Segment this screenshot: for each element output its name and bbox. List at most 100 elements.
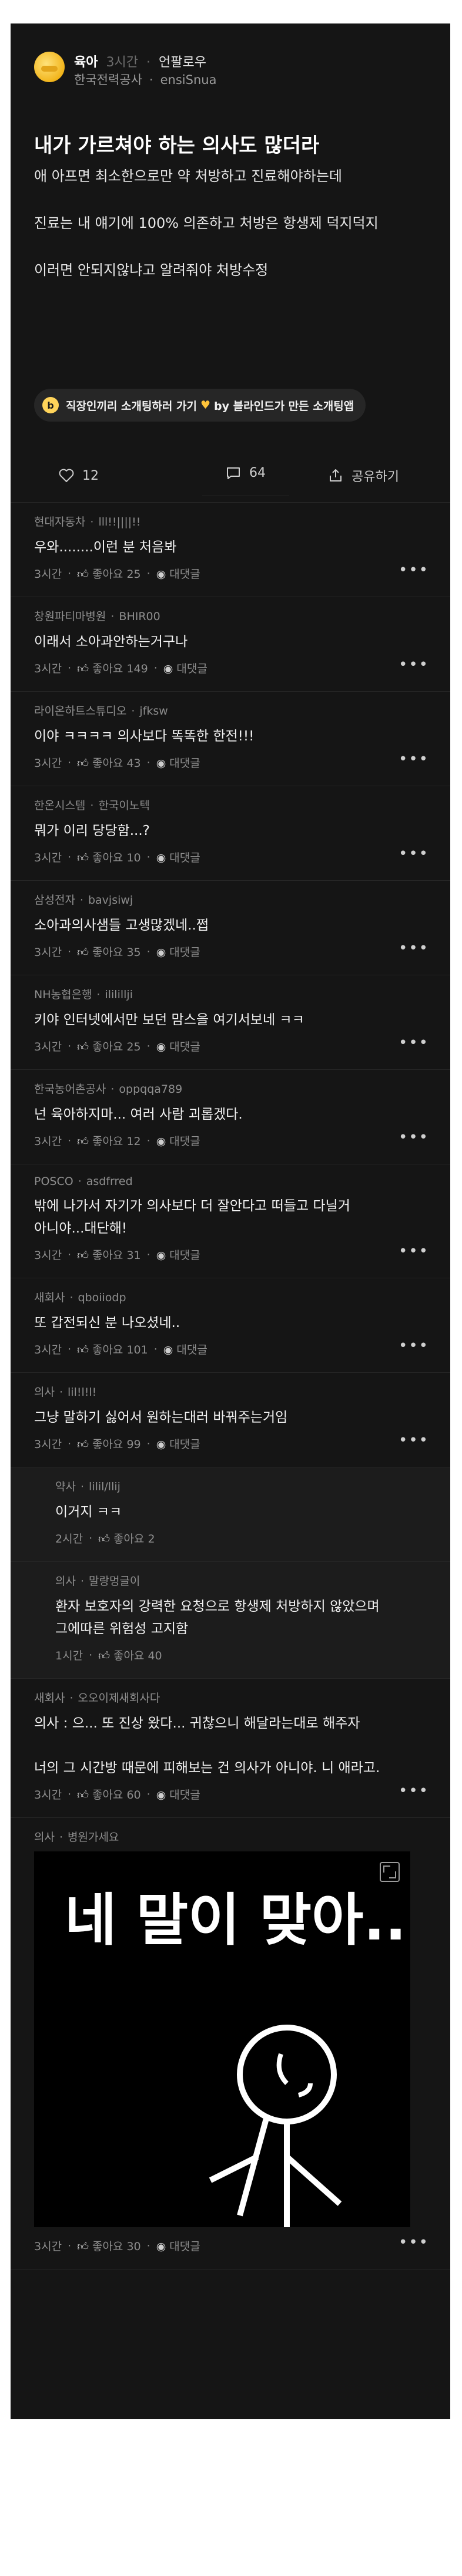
dating-ad-banner[interactable]: b 직장인끼리 소개팅하러 가기 ♥ by 블라인드가 만든 소개팅앱 [34,389,366,422]
comment-item: POSCO · asdfrred 밖에 나가서 자기가 의사보다 더 잘안다고 떠들고… [11,1164,450,1278]
author-nickname: ensiSnua [160,73,217,87]
reply-button[interactable]: ◉ 대댓글 [156,1786,200,1802]
comment-like-button[interactable]: 👍︎ 좋아요 43 [77,755,141,770]
comment-footer: 3시간 · 👍︎ 좋아요 25 · ◉ 대댓글 [34,565,427,581]
comment-like-label: 좋아요 [92,851,123,864]
comment-author[interactable]: 의사 · 말랑멍글이 [55,1572,427,1588]
author-company[interactable]: 한국전력공사 [74,73,142,87]
reply-button[interactable]: ◉ 대댓글 [156,1038,200,1054]
comment-like-button[interactable]: 👍︎ 좋아요 101 [77,1341,148,1357]
comment-like-button[interactable]: 👍︎ 좋아요 60 [77,1786,141,1802]
post-screen: 육아 3시간 · 언팔로우 한국전력공사 · ensiSnua 내가 가르쳐야 하는 의사… [11,23,450,2419]
reply-button[interactable]: ◉ 대댓글 [156,1247,200,1262]
reply-button[interactable]: ◉ 대댓글 [156,755,200,770]
share-button[interactable]: 공유하기 [328,466,399,485]
reply-label: 대댓글 [169,1438,200,1451]
comment-text: 또 갑전되신 분 나오셨네.. [34,1315,180,1331]
comment-image[interactable]: 네 말이 맞아... [34,1851,428,2227]
comment-company: 삼성전자 [34,894,75,907]
comment-author[interactable]: 삼성전자 · bavjsiwj [34,891,427,907]
comment-author[interactable]: 현대자동차 · lll!!||||!! [34,513,427,529]
comment-item: 현대자동차 · lll!!||||!! 우와........이런 분 처음봐 3시간 · 👍… [11,503,450,597]
post-body: 애 아프면 최소한으로만 약 처방하고 진료해야하는데 진료는 내 얘기에 10… [34,164,434,305]
comment-author[interactable]: 한국농어촌공사 · oppqqa789 [34,1080,427,1096]
comment-like-button[interactable]: 👍︎ 좋아요 30 [77,2238,141,2254]
thumbs-up-icon: 👍︎ [77,1135,89,1148]
comment-author[interactable]: 한온시스템 · 한국이노텍 [34,797,427,813]
reply-button[interactable]: ◉ 대댓글 [156,1133,200,1149]
more-options-icon[interactable]: ••• [399,750,429,768]
comment-button[interactable]: 64 [202,455,289,496]
more-options-icon[interactable]: ••• [399,1129,429,1146]
comment-footer: 3시간 · 👍︎ 좋아요 30 · ◉ 대댓글 [34,2238,427,2254]
thumbs-up-icon: 👍︎ [77,851,89,864]
comment-like-button[interactable]: 👍︎ 좋아요 2 [98,1530,155,1546]
comment-text: 이야 ㅋㅋㅋㅋ 의사보다 똑똑한 한전!!! [34,729,255,744]
comment-like-count: 60 [126,1789,141,1801]
comment-author[interactable]: 새회사 · 오오이제새회사다 [34,1689,427,1705]
comment-author[interactable]: NH농협은행 · ililillji [34,986,427,1002]
comment-like-button[interactable]: 👍︎ 좋아요 35 [77,944,141,959]
reply-button[interactable]: ◉ 대댓글 [163,660,207,676]
comment-author[interactable]: 새회사 · qboiiodp [34,1289,427,1305]
reply-button[interactable]: ◉ 대댓글 [156,1436,200,1452]
reply-button[interactable]: ◉ 대댓글 [163,1341,207,1357]
more-options-icon[interactable]: ••• [399,1034,429,1052]
comment-author[interactable]: 의사 · 병원가세요 [34,1829,427,1844]
comment-footer: 3시간 · 👍︎ 좋아요 35 · ◉ 대댓글 [34,944,427,959]
expand-icon[interactable] [380,1862,400,1882]
comment-author[interactable]: 라이온하트스튜디오 · jfksw [34,702,427,718]
comment-like-button[interactable]: 👍︎ 좋아요 149 [77,660,148,676]
author-name[interactable]: 육아 [74,55,98,70]
post-title: 내가 가르쳐야 하는 의사도 많더라 [34,134,320,157]
reply-button[interactable]: ◉ 대댓글 [156,2238,200,2254]
comment-item: 새회사 · qboiiodp 또 갑전되신 분 나오셨네.. 3시간 · 👍︎ 좋아요 101… [11,1278,450,1373]
comment-text: 환자 보호자의 강력한 요청으로 항생제 처방하지 않았으며 그에따른 위험성 … [55,1599,380,1636]
more-options-icon[interactable]: ••• [399,1337,429,1355]
comment-footer: 2시간 · 👍︎ 좋아요 2 [55,1530,427,1546]
comment-like-button[interactable]: 👍︎ 좋아요 40 [98,1647,162,1663]
comment-like-label: 좋아요 [92,1343,123,1356]
more-options-icon[interactable]: ••• [399,2234,429,2251]
more-options-icon[interactable]: ••• [399,1432,429,1449]
comment-footer: 3시간 · 👍︎ 좋아요 25 · ◉ 대댓글 [34,1038,427,1054]
comment-list: 현대자동차 · lll!!||||!! 우와........이런 분 처음봐 3시간 · 👍… [11,503,450,2269]
more-options-icon[interactable]: ••• [399,940,429,957]
banner-text-suffix: by 블라인드가 만든 소개팅앱 [214,399,354,413]
thumbs-up-icon: 👍︎ [77,1438,89,1451]
author-avatar[interactable] [34,52,65,82]
comment-like-button[interactable]: 👍︎ 좋아요 25 [77,1038,141,1054]
more-options-icon[interactable]: ••• [399,561,429,579]
comment-nickname: lil!l!l! [68,1386,97,1399]
comment-time: 1시간 [55,1649,83,1662]
comment-company: 의사 [34,1831,55,1844]
reply-button[interactable]: ◉ 대댓글 [156,944,200,959]
like-button[interactable]: 12 [59,469,99,483]
comment-nickname: bavjsiwj [88,894,133,907]
comment-author[interactable]: 약사 · lilil/llij [55,1478,427,1494]
comment-item: 한온시스템 · 한국이노텍 뭐가 이리 당당함...? 3시간 · 👍︎ 좋아요 10 · ◉ 대댓… [11,786,450,881]
thumbs-up-icon: 👍︎ [77,1249,89,1262]
speech-bubble-icon: ◉ [156,1438,166,1451]
post-body-line: 이러면 안되지않냐고 알려줘야 처방수정 [34,262,269,278]
more-options-icon[interactable]: ••• [399,1242,429,1260]
comment-author[interactable]: 의사 · lil!l!l! [34,1383,427,1399]
more-options-icon[interactable]: ••• [399,656,429,674]
more-options-icon[interactable]: ••• [399,845,429,863]
reply-button[interactable]: ◉ 대댓글 [156,849,200,865]
comment-author[interactable]: 창원파티마병원 · BHIR00 [34,608,427,624]
comment-like-button[interactable]: 👍︎ 좋아요 99 [77,1436,141,1452]
comment-item: 의사 · lil!l!l! 그냥 말하기 싫어서 원하는대러 바꿔주는거임 3시간 · 👍︎… [11,1373,450,1467]
comment-like-button[interactable]: 👍︎ 좋아요 10 [77,849,141,865]
comment-like-button[interactable]: 👍︎ 좋아요 25 [77,565,141,581]
share-label: 공유하기 [351,470,399,484]
reply-button[interactable]: ◉ 대댓글 [156,565,200,581]
meme-face [237,2025,337,2124]
comment-author[interactable]: POSCO · asdfrred [34,1175,427,1188]
post-time: 3시간 [106,55,138,70]
more-options-icon[interactable]: ••• [399,1782,429,1800]
unfollow-button[interactable]: 언팔로우 [159,55,206,70]
comment-like-button[interactable]: 👍︎ 좋아요 31 [77,1247,141,1262]
thumbs-up-icon: 👍︎ [77,757,89,770]
comment-like-button[interactable]: 👍︎ 좋아요 12 [77,1133,141,1149]
